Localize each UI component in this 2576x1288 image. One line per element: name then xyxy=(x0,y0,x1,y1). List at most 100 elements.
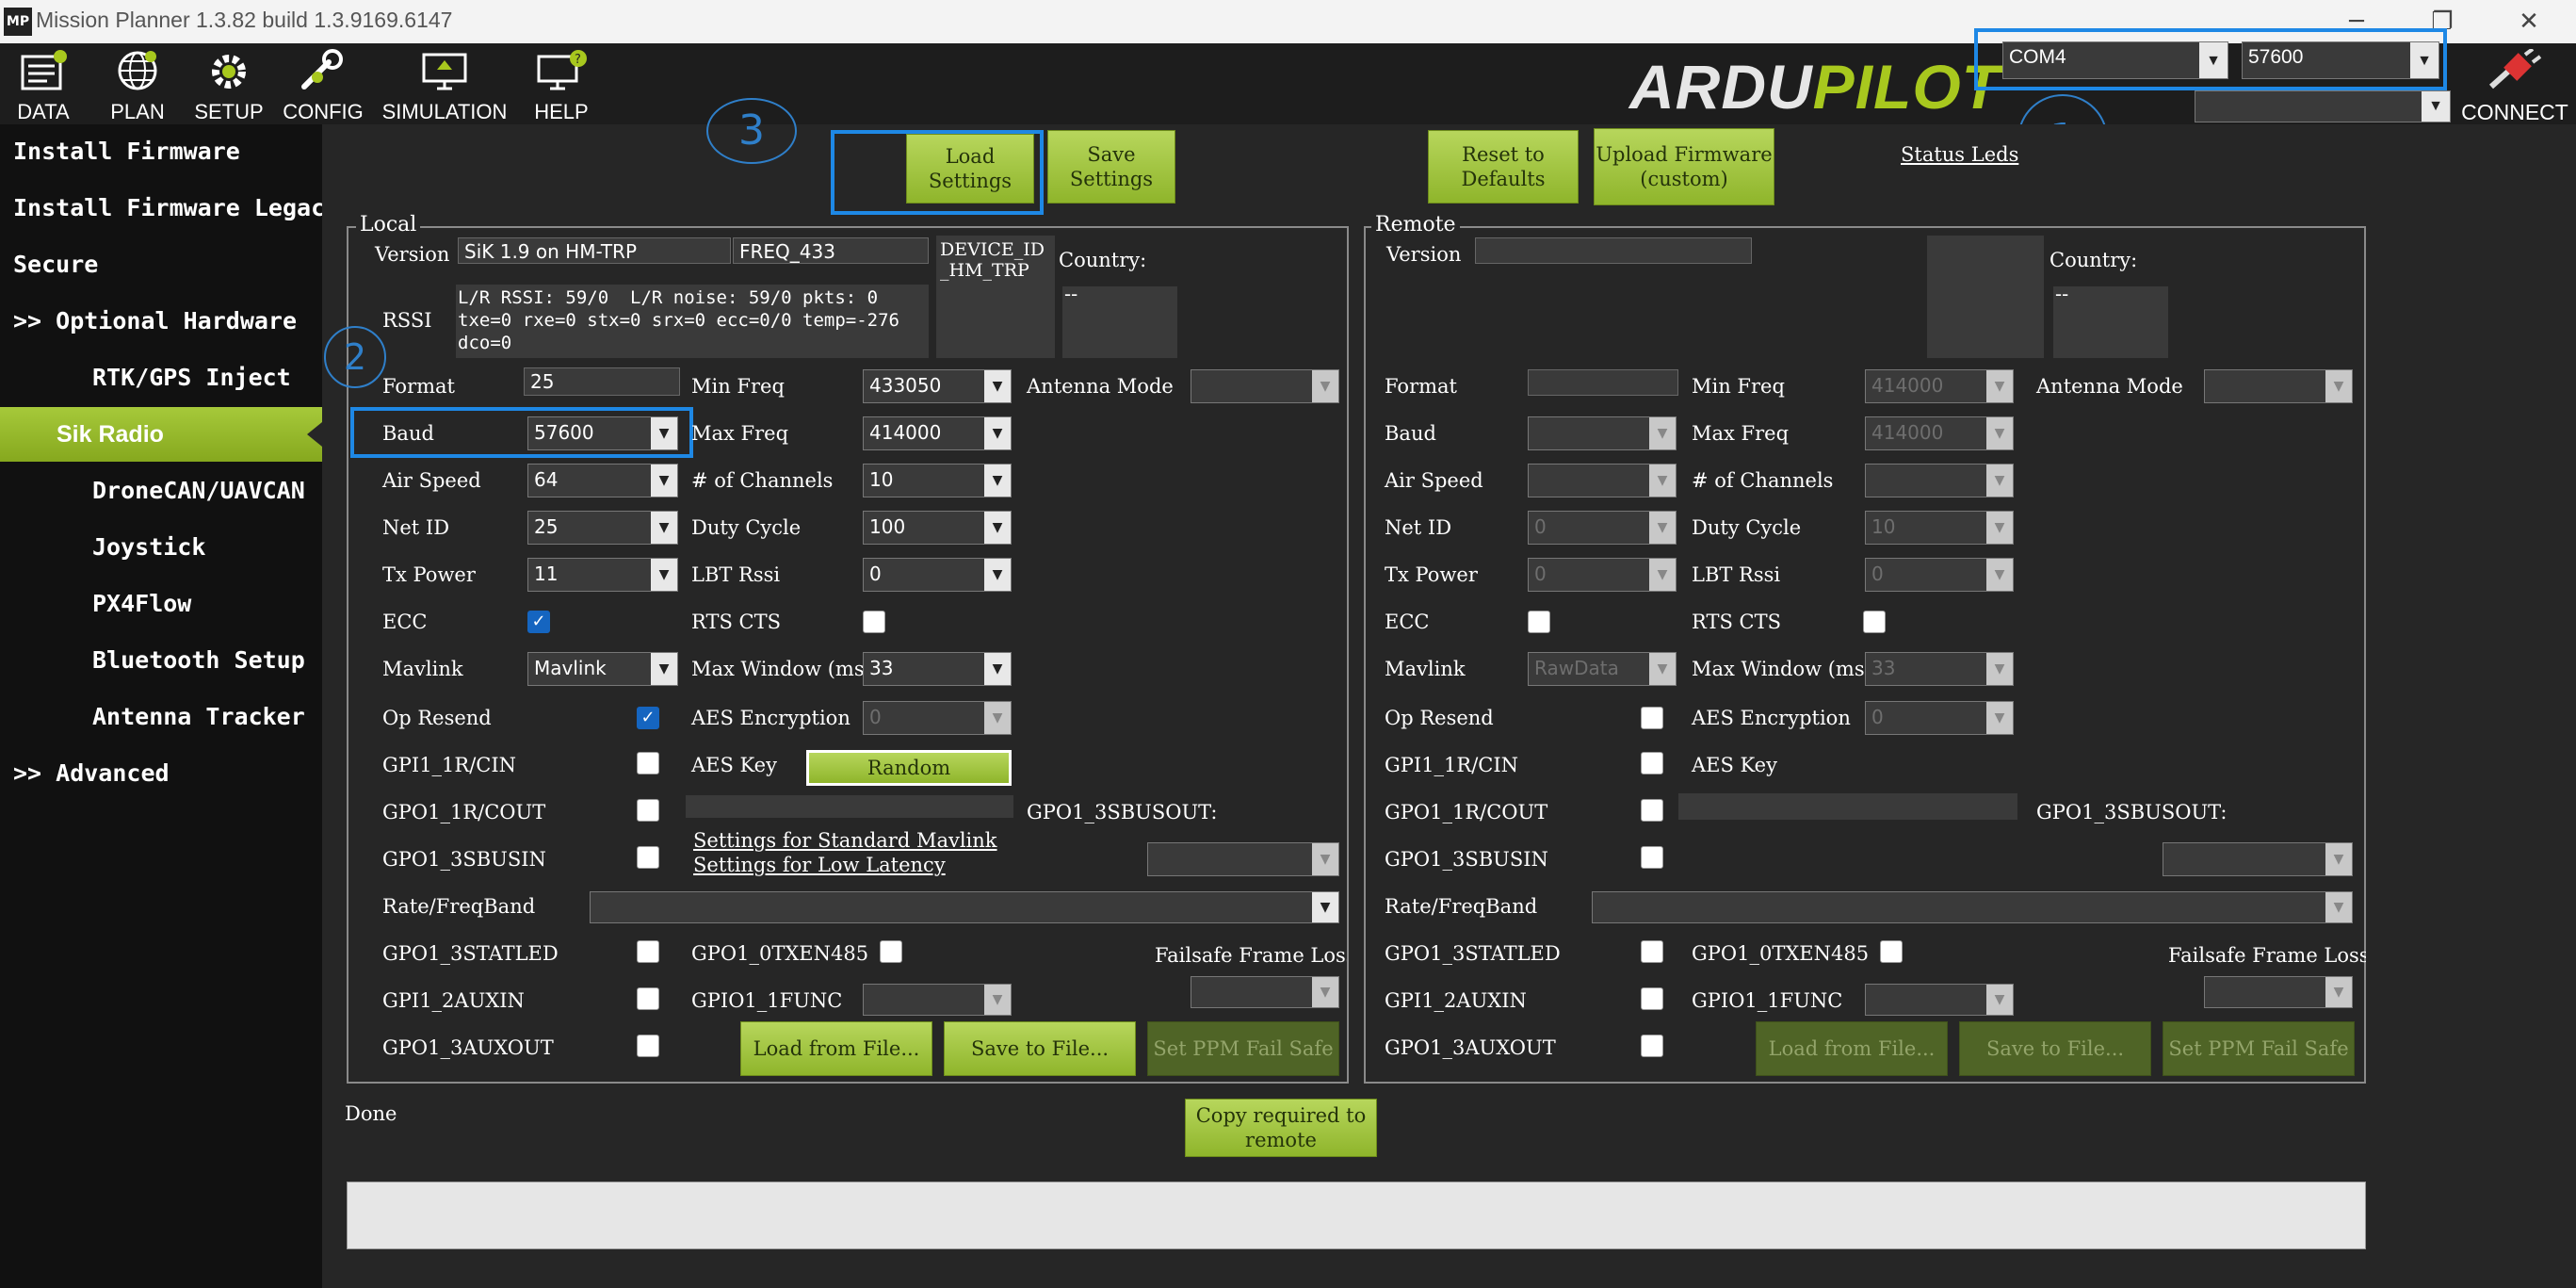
sidebar-item-install-firmware-legacy[interactable]: Install Firmware Legacy xyxy=(0,181,322,236)
remote-statled-checkbox[interactable] xyxy=(1641,940,1663,963)
sidebar-item-bluetooth-setup[interactable]: Bluetooth Setup xyxy=(0,633,322,688)
local-minfreq-select[interactable]: 433050 ▼ xyxy=(863,369,1012,403)
local-aes-select[interactable]: 0 ▼ xyxy=(863,701,1012,735)
remote-auxout-checkbox[interactable] xyxy=(1641,1035,1663,1057)
local-rtscts-checkbox[interactable] xyxy=(863,611,885,633)
local-channels-select[interactable]: 10 ▼ xyxy=(863,464,1012,497)
toolbar-config[interactable]: CONFIG xyxy=(281,43,365,124)
save-settings-button[interactable]: Save Settings xyxy=(1047,130,1175,204)
sidebar-item-secure[interactable]: Secure xyxy=(0,237,322,292)
sidebar-item-optional-hardware[interactable]: >> Optional Hardware xyxy=(0,294,322,349)
local-baud-select[interactable]: 57600 ▼ xyxy=(527,416,678,450)
toolbar-data[interactable]: DATA xyxy=(6,43,81,124)
local-auxin-checkbox[interactable] xyxy=(637,987,659,1010)
local-gpo3sbusin-checkbox[interactable] xyxy=(637,846,659,869)
local-ratefreq-select[interactable]: ▼ xyxy=(590,891,1339,923)
connect-button[interactable]: CONNECT xyxy=(2458,47,2571,124)
remote-opresend-checkbox[interactable] xyxy=(1641,707,1663,729)
std-mavlink-link[interactable]: Settings for Standard Mavlink xyxy=(693,829,997,852)
sidebar-item-antenna-tracker[interactable]: Antenna Tracker xyxy=(0,690,322,744)
local-duty-select[interactable]: 100 ▼ xyxy=(863,511,1012,545)
remote-load-from-file-button[interactable]: Load from File... xyxy=(1756,1021,1948,1076)
remote-minfreq-select[interactable]: 414000 ▼ xyxy=(1865,369,2014,403)
remote-maxwin-select[interactable]: 33 ▼ xyxy=(1865,652,2014,686)
sidebar-item-install-firmware[interactable]: Install Firmware xyxy=(0,124,322,179)
save-to-file-button[interactable]: Save to File... xyxy=(944,1021,1136,1076)
remote-duty-select[interactable]: 10 ▼ xyxy=(1865,511,2014,545)
extra-select[interactable]: ▼ xyxy=(2195,90,2451,122)
sidebar-item-advanced[interactable]: >> Advanced xyxy=(0,746,322,801)
remote-save-to-file-button[interactable]: Save to File... xyxy=(1959,1021,2151,1076)
local-netid-select[interactable]: 25 ▼ xyxy=(527,511,678,545)
reset-defaults-button[interactable]: Reset to Defaults xyxy=(1428,130,1579,204)
chevron-down-icon: ▼ xyxy=(651,559,677,591)
sidebar-item-dronecan[interactable]: DroneCAN/UAVCAN xyxy=(0,464,322,518)
toolbar-simulation[interactable]: SIMULATION xyxy=(379,43,510,124)
chevron-down-icon: ▼ xyxy=(1312,977,1338,1007)
remote-auxin-checkbox[interactable] xyxy=(1641,987,1663,1010)
local-txpower-select[interactable]: 11 ▼ xyxy=(527,558,678,592)
remote-channels-select[interactable]: ▼ xyxy=(1865,464,2014,497)
remote-gpo1-checkbox[interactable] xyxy=(1641,799,1663,822)
sidebar-item-sik-radio[interactable]: Sik Radio xyxy=(0,407,322,462)
local-gpi1-checkbox[interactable] xyxy=(637,752,659,774)
close-button[interactable]: ✕ xyxy=(2501,4,2557,40)
remote-func-select[interactable]: ▼ xyxy=(1865,984,2014,1016)
status-leds-link[interactable]: Status Leds xyxy=(1901,143,2018,166)
remote-aeskey-field[interactable] xyxy=(1678,793,2017,820)
local-airspeed-select[interactable]: 64 ▼ xyxy=(527,464,678,497)
local-aeskey-field[interactable] xyxy=(686,795,1013,818)
remote-lbt-select[interactable]: 0 ▼ xyxy=(1865,558,2014,592)
remote-ratefreq-select[interactable]: ▼ xyxy=(1592,891,2353,923)
local-ecc-checkbox[interactable]: ✓ xyxy=(527,611,550,633)
local-func-select[interactable]: ▼ xyxy=(863,984,1012,1016)
remote-gpo3sbusin-checkbox[interactable] xyxy=(1641,846,1663,869)
load-from-file-button[interactable]: Load from File... xyxy=(740,1021,932,1076)
remote-antenna-select[interactable]: ▼ xyxy=(2204,369,2353,403)
toolbar-help[interactable]: ? HELP xyxy=(522,43,601,124)
port-select[interactable]: COM4 ▼ xyxy=(2002,41,2228,79)
chevron-down-icon: ▼ xyxy=(984,653,1011,685)
random-key-button[interactable]: Random xyxy=(806,750,1012,786)
toolbar-plan[interactable]: PLAN xyxy=(100,43,175,124)
low-latency-link[interactable]: Settings for Low Latency xyxy=(693,854,946,876)
sidebar-item-rtk-gps-inject[interactable]: RTK/GPS Inject xyxy=(0,351,322,405)
local-gpo3sbusout-select[interactable]: ▼ xyxy=(1147,842,1339,876)
baud-select[interactable]: 57600 ▼ xyxy=(2242,41,2439,79)
load-settings-button[interactable]: Load Settings xyxy=(906,134,1034,204)
local-statled-checkbox[interactable] xyxy=(637,940,659,963)
remote-ecc-checkbox[interactable] xyxy=(1528,611,1550,633)
remote-maxwin-label: Max Window (ms) xyxy=(1692,658,1872,680)
remote-txpower-select[interactable]: 0 ▼ xyxy=(1528,558,1677,592)
copy-to-remote-button[interactable]: Copy required to remote xyxy=(1185,1099,1377,1157)
remote-ppm-failsafe-button[interactable]: Set PPM Fail Safe xyxy=(2163,1021,2355,1076)
remote-rtscts-checkbox[interactable] xyxy=(1863,611,1886,633)
upload-firmware-button[interactable]: Upload Firmware (custom) xyxy=(1594,128,1774,205)
local-failsafe-select[interactable]: ▼ xyxy=(1191,976,1339,1008)
remote-gpo3sbusout-select[interactable]: ▼ xyxy=(2163,842,2353,876)
remote-maxfreq-select[interactable]: 414000 ▼ xyxy=(1865,416,2014,450)
local-mavlink-select[interactable]: Mavlink ▼ xyxy=(527,652,678,686)
sidebar-item-joystick[interactable]: Joystick xyxy=(0,520,322,575)
remote-netid-select[interactable]: 0 ▼ xyxy=(1528,511,1677,545)
remote-aes-select[interactable]: 0 ▼ xyxy=(1865,701,2014,735)
local-lbt-select[interactable]: 0 ▼ xyxy=(863,558,1012,592)
monitor-icon xyxy=(422,53,467,90)
remote-gpi1-checkbox[interactable] xyxy=(1641,752,1663,774)
local-maxfreq-select[interactable]: 414000 ▼ xyxy=(863,416,1012,450)
local-auxout-checkbox[interactable] xyxy=(637,1035,659,1057)
local-gpo1-checkbox[interactable] xyxy=(637,799,659,822)
local-opresend-checkbox[interactable]: ✓ xyxy=(637,707,659,729)
ppm-failsafe-button[interactable]: Set PPM Fail Safe xyxy=(1147,1021,1339,1076)
remote-airspeed-select[interactable]: ▼ xyxy=(1528,464,1677,497)
remote-country-value: -- xyxy=(2055,283,2069,305)
local-antenna-select[interactable]: ▼ xyxy=(1191,369,1339,403)
local-maxwin-select[interactable]: 33 ▼ xyxy=(863,652,1012,686)
remote-baud-select[interactable]: ▼ xyxy=(1528,416,1677,450)
remote-mavlink-select[interactable]: RawData ▼ xyxy=(1528,652,1677,686)
local-otxen-checkbox[interactable] xyxy=(880,940,902,963)
remote-failsafe-select[interactable]: ▼ xyxy=(2204,976,2353,1008)
sidebar-item-px4flow[interactable]: PX4Flow xyxy=(0,577,322,631)
remote-otxen-checkbox[interactable] xyxy=(1880,940,1903,963)
toolbar-setup[interactable]: SETUP xyxy=(188,43,269,124)
